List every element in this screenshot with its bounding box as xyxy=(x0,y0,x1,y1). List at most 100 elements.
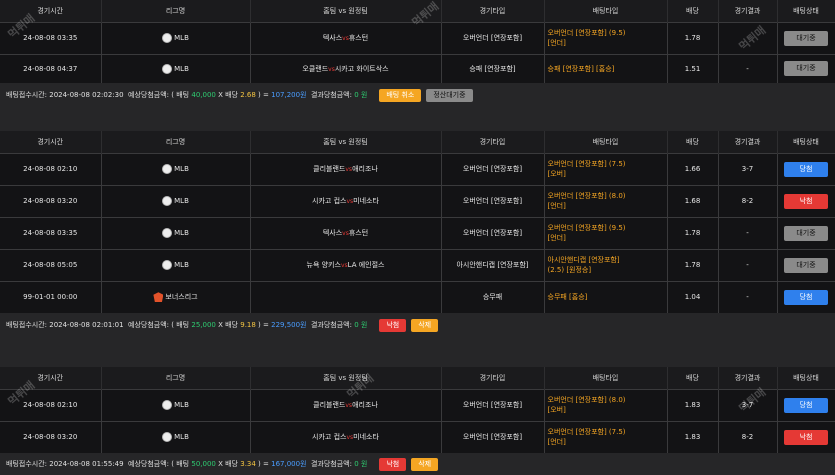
header-result: 경기결과 xyxy=(718,0,778,22)
game-result xyxy=(718,21,778,54)
match-time: 24-08-08 02:10 xyxy=(0,388,102,421)
baseball-icon xyxy=(162,63,173,74)
teams-cell xyxy=(250,280,442,313)
status-cell: 낙첨 xyxy=(777,184,835,217)
table-row: 24-08-08 03:35 MLB 텍사스vs휴스턴 오버언더 [연장포함] … xyxy=(0,216,835,249)
status-badge: 낙첨 xyxy=(784,193,828,209)
match-time: 24-08-08 02:10 xyxy=(0,152,102,185)
bet-type: 오버언더 [연장포함] (9.5) [언더] xyxy=(544,216,668,249)
league-name: MLB xyxy=(174,229,189,237)
baseball-icon xyxy=(162,164,173,174)
bet-summary: 배팅접수시간: 2024-08-08 02:02:30 예상당첨금액: ( 배팅… xyxy=(0,83,835,107)
game-result: 3-7 xyxy=(718,152,778,185)
status-badge: 대기중 xyxy=(784,30,828,46)
home-team: 뉴욕 양키스 xyxy=(306,261,341,269)
game-type: 오버언더 [연장포함] xyxy=(441,21,545,54)
league-name: MLB xyxy=(174,34,189,42)
bet-summary: 배팅접수시간: 2024-08-08 02:01:01 예상당첨금액: ( 배팅… xyxy=(0,313,835,337)
bet-type-line: 오버언더 [연장포함] (7.5) xyxy=(547,428,626,437)
game-type: 오버언더 [연장포함] xyxy=(441,152,545,185)
table-row: 24-08-08 02:10 MLB 클리블랜드vs애리조나 오버언더 [연장포… xyxy=(0,388,835,421)
status-badge: 낙첨 xyxy=(784,429,828,445)
league-name: MLB xyxy=(174,261,189,269)
status-badge: 대기중 xyxy=(784,257,828,273)
baseball-icon xyxy=(162,33,173,43)
baseball-icon xyxy=(162,260,173,270)
cancel-bet-button[interactable]: 배팅 취소 xyxy=(379,88,422,102)
bet-table: 경기시간 리그명 홈팀 vs 원정팀 경기타입 배팅타입 배당 경기결과 배팅상… xyxy=(0,0,835,83)
away-team: LA 에인절스 xyxy=(347,261,385,269)
vs-label: vs xyxy=(342,35,349,42)
home-team: 텍사스 xyxy=(322,229,343,237)
status-badge: 대기중 xyxy=(784,225,828,241)
header-teams: 홈팀 vs 원정팀 xyxy=(250,131,442,153)
status-cell: 대기중 xyxy=(777,21,835,54)
receipt-time-label: 배팅접수시간: xyxy=(6,460,47,468)
settlement-pending-button[interactable]: 정산대기중 xyxy=(426,88,473,102)
odds-label: 배당 xyxy=(225,321,238,329)
match-time: 24-08-08 04:37 xyxy=(0,53,102,83)
bet-type-line: 오버언더 [연장포함] (8.0) xyxy=(547,192,626,200)
table-row: 24-08-08 03:35 MLB 텍사스vs휴스턴 오버언더 [연장포함] … xyxy=(0,21,835,54)
league-cell: MLB xyxy=(101,21,251,54)
header-game-type: 경기타입 xyxy=(441,367,545,389)
bet-slip-2: 경기시간 리그명 홈팀 vs 원정팀 경기타입 배팅타입 배당 경기결과 배팅상… xyxy=(0,131,835,337)
result-amount-label: 결과당첨금액: xyxy=(310,321,352,329)
league-cell: MLB xyxy=(101,248,251,281)
header-status: 배팅상태 xyxy=(777,367,835,389)
teams-cell: 시카고 컵스vs미네소타 xyxy=(250,184,442,217)
receipt-time: 2024-08-08 02:01:01 xyxy=(49,321,124,329)
home-team: 클리블랜드 xyxy=(313,165,346,173)
bet-table: 경기시간 리그명 홈팀 vs 원정팀 경기타입 배팅타입 배당 경기결과 배팅상… xyxy=(0,131,835,313)
baseball-icon xyxy=(162,196,173,206)
result-amount-label: 결과당첨금액: xyxy=(310,91,352,99)
teams-cell: 시카고 컵스vs미네소타 xyxy=(250,420,442,453)
bet-type: 승패 [연장포함] [홈승] xyxy=(544,53,668,83)
vs-label: vs xyxy=(328,65,335,73)
bet-type: 오버언더 [연장포함] (7.5) [오버] xyxy=(544,152,668,185)
receipt-time: 2024-08-08 02:02:30 xyxy=(49,91,124,99)
lost-button[interactable]: 낙첨 xyxy=(379,318,407,332)
teams-cell: 텍사스vs휴스턴 xyxy=(250,216,442,249)
odds: 1.66 xyxy=(667,152,719,185)
bet-type-pick: [언더] xyxy=(547,438,566,447)
receipt-time-label: 배팅접수시간: xyxy=(6,321,47,329)
stake-amount: 40,000 xyxy=(191,91,216,99)
away-team: 미네소타 xyxy=(353,197,379,205)
header-bet-type: 배팅타입 xyxy=(544,0,668,22)
bet-type-line: 오버언더 [연장포함] (7.5) xyxy=(547,160,626,168)
status-badge: 대기중 xyxy=(784,61,828,77)
odds: 1.78 xyxy=(667,216,719,249)
away-team: 휴스턴 xyxy=(348,229,369,237)
odds: 1.68 xyxy=(667,184,719,217)
bet-type-line: 오버언더 [연장포함] (8.0) xyxy=(547,396,626,404)
lost-button[interactable]: 낙첨 xyxy=(379,457,407,471)
bet-table: 경기시간 리그명 홈팀 vs 원정팀 경기타입 배팅타입 배당 경기결과 배팅상… xyxy=(0,367,835,453)
result-amount: 0 원 xyxy=(354,460,368,468)
bet-type-pick: [언더] xyxy=(547,39,566,47)
status-cell: 대기중 xyxy=(777,53,835,83)
match-time: 24-08-08 03:20 xyxy=(0,420,102,453)
stake-amount: 25,000 xyxy=(191,321,216,329)
header-time: 경기시간 xyxy=(0,367,102,389)
expected-label: 예상당첨금액: xyxy=(128,321,170,329)
league-name: MLB xyxy=(174,165,189,173)
away-team: 애리조나 xyxy=(352,401,378,409)
delete-button[interactable]: 삭제 xyxy=(411,457,439,471)
bet-type-pick: [오버] xyxy=(547,170,566,178)
total-odds: 3.34 xyxy=(240,460,256,468)
bet-type: 오버언더 [연장포함] (7.5) [언더] xyxy=(544,420,668,453)
status-badge: 당첨 xyxy=(784,397,828,413)
delete-button[interactable]: 삭제 xyxy=(411,318,439,332)
odds-label: 배당 xyxy=(225,460,238,468)
game-result: 8-2 xyxy=(718,184,778,217)
bet-type-pick: [언더] xyxy=(547,202,566,210)
game-type: 오버언더 [연장포함] xyxy=(441,216,545,249)
status-badge: 당첨 xyxy=(784,161,828,177)
league-cell: MLB xyxy=(101,184,251,217)
total-odds: 9.18 xyxy=(240,321,256,329)
status-cell: 낙첨 xyxy=(777,420,835,453)
stake-label: 배팅 xyxy=(176,91,190,99)
game-result: 8-2 xyxy=(718,420,778,453)
expected-label: 예상당첨금액: xyxy=(128,91,170,99)
